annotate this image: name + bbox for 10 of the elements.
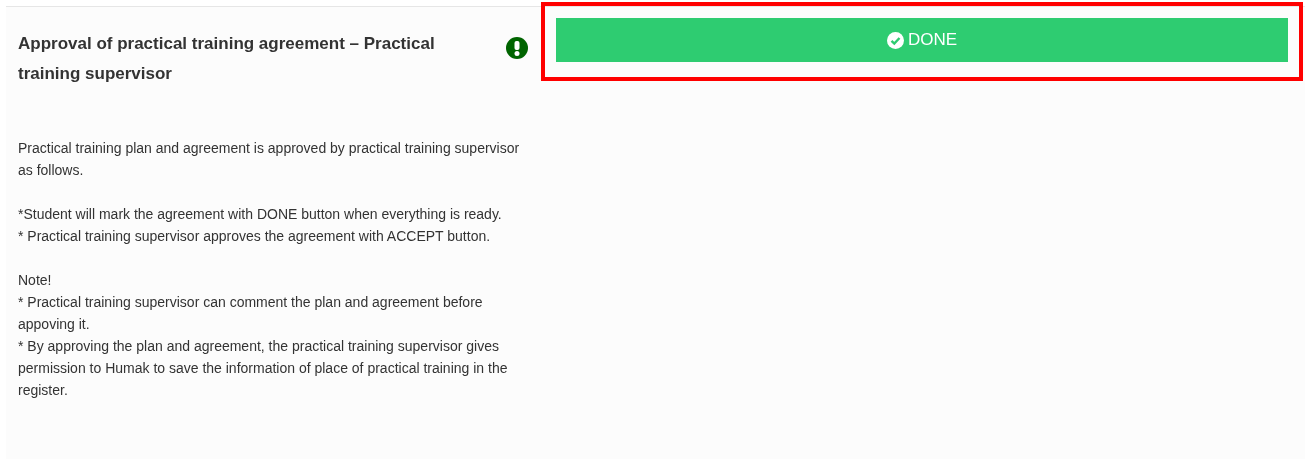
section-title: Approval of practical training agreement – Practical training supervisor	[18, 33, 436, 85]
paragraph-text: Practical training plan and agreement is approved by practical training supervisor as follows.	[18, 139, 521, 180]
paragraph-text: *Student will mark the agreement with DONE button when everything is ready.	[18, 205, 503, 224]
paragraph-text: Note!	[18, 271, 53, 290]
paragraph-text: * By approving the plan and agreement, the practical training supervisor gives permission to Humak to save the information of place of practical training in the register.	[18, 337, 509, 400]
paragraph-text: * Practical training supervisor can comment the plan and agreement before appoving it.	[18, 293, 484, 334]
paragraph-text: * Practical training supervisor approves the agreement with ACCEPT button.	[18, 227, 492, 246]
done-button[interactable]: DONE	[556, 18, 1288, 62]
check-circle-icon	[886, 31, 904, 49]
exclamation-icon	[506, 37, 528, 59]
